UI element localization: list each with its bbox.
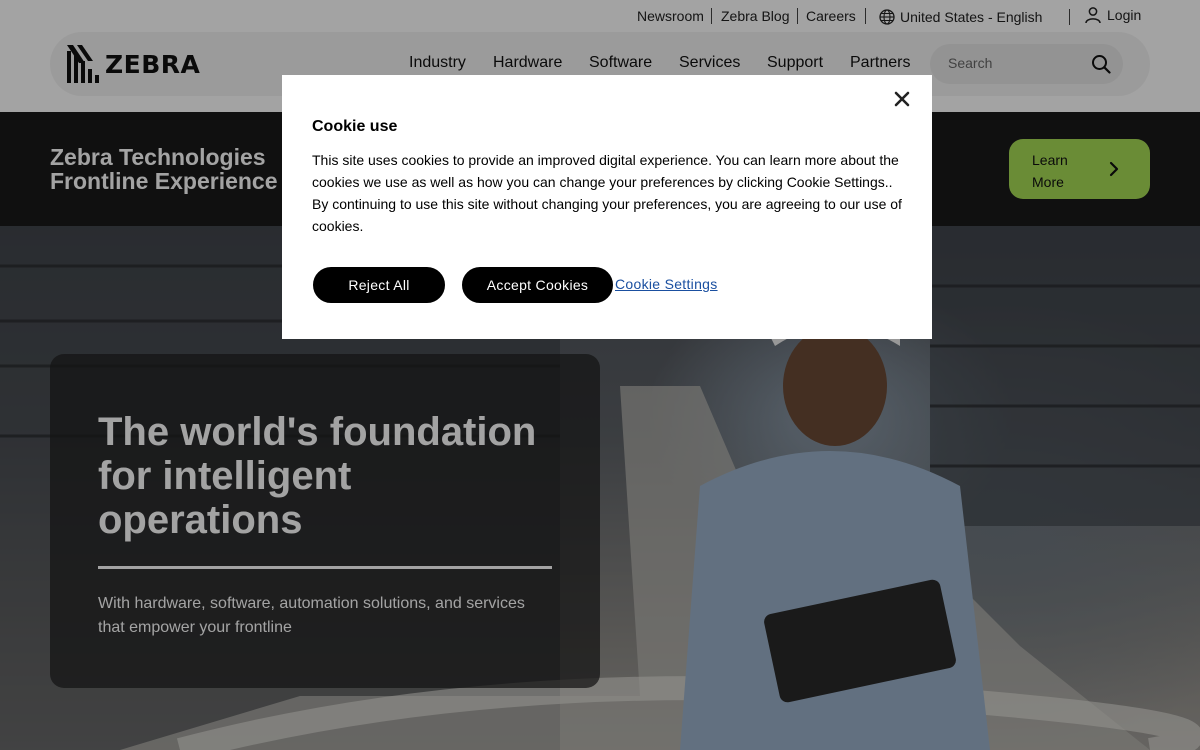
cookie-settings-link[interactable]: Cookie Settings [615, 276, 718, 292]
cookie-dialog: Cookie use This site uses cookies to pro… [282, 75, 932, 339]
cookie-dialog-body: This site uses cookies to provide an imp… [312, 152, 902, 234]
reject-all-button[interactable]: Reject All [312, 266, 446, 304]
close-icon[interactable] [892, 89, 912, 109]
accept-cookies-button[interactable]: Accept Cookies [461, 266, 614, 304]
cookie-dialog-title: Cookie use [312, 118, 398, 135]
